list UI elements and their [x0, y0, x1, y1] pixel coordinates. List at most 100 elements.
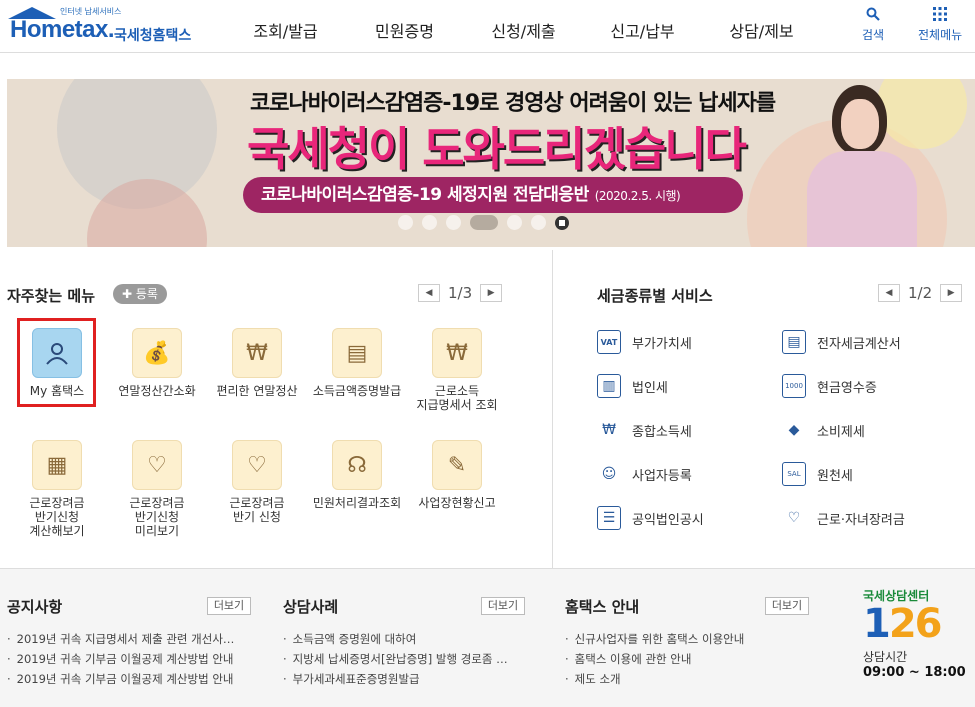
money-bag-icon: 💰: [132, 328, 182, 378]
tax-item-income[interactable]: ₩ 종합소득세: [597, 418, 692, 442]
guide-item[interactable]: 신규사업자를 위한 홈택스 이용안내: [565, 631, 745, 651]
fav-easy-year-end[interactable]: ₩ 편리한 연말정산: [207, 328, 307, 398]
document-icon: ✎: [432, 440, 482, 490]
coin-icon: ₩: [232, 328, 282, 378]
pen-icon: ♡: [232, 440, 282, 490]
fav-eitc-preview[interactable]: ♡ 근로장려금 반기신청 미리보기: [107, 440, 207, 538]
tax-label: 근로·자녀장려금: [817, 512, 905, 528]
consult-item[interactable]: 지방세 납세증명서[완납증명] 발행 경로좀 …: [283, 651, 508, 671]
banner-dot[interactable]: [422, 215, 437, 230]
guide-title: 홈택스 안내: [565, 598, 640, 616]
gnb-item-consult[interactable]: 상담/제보: [702, 18, 821, 42]
wallet-icon: ₩: [432, 328, 482, 378]
call-hours: 09:00 ~ 18:00: [863, 665, 966, 680]
search-button[interactable]: 검색: [862, 6, 884, 43]
prev-arrow-icon[interactable]: ◀: [878, 284, 900, 302]
fav-label: 소득금액증명발급: [312, 384, 402, 398]
banner-dot-active[interactable]: [470, 215, 498, 230]
money-bag-icon: ₩: [602, 422, 616, 438]
gnb-item-certificate[interactable]: 민원증명: [345, 18, 464, 42]
all-menu-button[interactable]: 전체메뉴: [918, 6, 962, 43]
header: 인터넷 납세서비스 Hometax. 국세청홈택스 조회/발급 민원증명 신청/…: [0, 0, 975, 53]
person-icon: ☺: [601, 466, 617, 482]
fav-label: 연말정산간소화: [118, 384, 196, 398]
banner-pager: [398, 215, 578, 230]
magnifier-icon: ♡: [132, 440, 182, 490]
notice-item[interactable]: 2019년 귀속 기부금 이월공제 계산방법 안내: [7, 671, 234, 691]
banner-dot[interactable]: [446, 215, 461, 230]
consult-item[interactable]: 부가세과세표준증명원발급: [283, 671, 508, 691]
tax-item-withholding[interactable]: SAL 원천세: [782, 462, 853, 486]
call-hours-label: 상담시간: [863, 650, 908, 664]
tax-item-business-registration[interactable]: ☺ 사업자등록: [597, 462, 692, 486]
next-arrow-icon[interactable]: ▶: [940, 284, 963, 302]
section-divider: [552, 250, 553, 568]
call-number-a: 1: [863, 601, 891, 647]
call-number-b: 26: [888, 601, 943, 647]
diamond-icon: ◆: [788, 422, 800, 438]
consult-item[interactable]: 소득금액 증명원에 대하여: [283, 631, 508, 651]
invoice-icon: ▤: [782, 330, 806, 354]
search-label: 검색: [862, 28, 885, 42]
heart-hand-icon: ♡: [787, 510, 801, 526]
register-button[interactable]: ✚ 등록: [113, 284, 167, 304]
logo-brand: Hometax.: [10, 16, 115, 43]
banner-dot[interactable]: [507, 215, 522, 230]
notice-title: 공지사항: [7, 598, 63, 616]
tax-label: 공익법인공시: [632, 512, 704, 528]
favorites-page-number: 1/3: [448, 284, 473, 302]
notice-item[interactable]: 2019년 귀속 지급명세서 제출 관련 개선사…: [7, 631, 235, 651]
fav-label: 편리한 연말정산: [216, 384, 298, 398]
tax-item-cash-receipt[interactable]: 1000 현금영수증: [782, 374, 877, 398]
tax-item-eitc[interactable]: ♡ 근로·자녀장려금: [782, 506, 905, 530]
consult-title: 상담사례: [283, 598, 339, 616]
fav-eitc-apply[interactable]: ♡ 근로장려금 반기 신청: [207, 440, 307, 524]
notice-list: 2019년 귀속 지급명세서 제출 관련 개선사… 2019년 귀속 기부금 이…: [7, 631, 235, 691]
fav-civil-result[interactable]: ☊ 민원처리결과조회: [307, 440, 407, 510]
pause-icon[interactable]: [555, 215, 569, 230]
fav-income-certificate[interactable]: ▤ 소득금액증명발급: [307, 328, 407, 398]
fav-earned-income-statement[interactable]: ₩ 근로소득 지급명세서 조회: [407, 328, 507, 412]
tax-label: 법인세: [632, 380, 668, 396]
fav-label: 근로장려금 반기 신청: [229, 496, 285, 524]
tax-item-vat[interactable]: VAT 부가가치세: [597, 330, 692, 354]
fav-business-status[interactable]: ✎ 사업장현황신고: [407, 440, 507, 510]
favorites-title: 자주찾는 메뉴: [7, 287, 96, 305]
main-banner[interactable]: 코로나바이러스감염증-19로 경영상 어려움이 있는 납세자를 국세청이 도와드…: [7, 79, 975, 247]
calculator-icon: ▦: [32, 440, 82, 490]
banner-dot[interactable]: [398, 215, 413, 230]
fav-eitc-calc[interactable]: ▦ 근로장려금 반기신청 계산해보기: [7, 440, 107, 538]
banner-pill-date: (2020.2.5. 시행): [594, 189, 681, 203]
printer-icon: ▤: [332, 328, 382, 378]
guide-more-button[interactable]: 더보기: [765, 597, 809, 615]
tax-item-e-invoice[interactable]: ▤ 전자세금계산서: [782, 330, 901, 354]
global-nav: 조회/발급 민원증명 신청/제출 신고/납부 상담/제보: [226, 18, 821, 42]
salary-icon: SAL: [782, 462, 806, 486]
tax-item-public-interest[interactable]: ☰ 공익법인공시: [597, 506, 704, 530]
register-label: 등록: [135, 287, 158, 301]
call-center-number: 126: [863, 604, 973, 644]
gnb-item-report[interactable]: 신고/납부: [583, 18, 702, 42]
logo-korean: 국세청홈택스: [114, 28, 192, 44]
gnb-item-application[interactable]: 신청/제출: [464, 18, 583, 42]
cash-receipt-icon: 1000: [782, 374, 806, 398]
banner-dot[interactable]: [531, 215, 546, 230]
hometax-logo[interactable]: 인터넷 납세서비스 Hometax. 국세청홈택스: [6, 6, 196, 46]
consult-list: 소득금액 증명원에 대하여 지방세 납세증명서[완납증명] 발행 경로좀 … 부…: [283, 631, 508, 691]
favorites-pager: ◀ 1/3 ▶: [418, 284, 503, 302]
consult-more-button[interactable]: 더보기: [481, 597, 525, 615]
guide-item[interactable]: 제도 소개: [565, 671, 744, 691]
tax-item-consumption[interactable]: ◆ 소비제세: [782, 418, 865, 442]
banner-model-image: [797, 85, 927, 247]
tax-item-corporate[interactable]: ▥ 법인세: [597, 374, 668, 398]
notice-more-button[interactable]: 더보기: [207, 597, 251, 615]
fav-year-end-simple[interactable]: 💰 연말정산간소화: [107, 328, 207, 398]
tax-page-number: 1/2: [908, 284, 933, 302]
next-arrow-icon[interactable]: ▶: [480, 284, 503, 302]
gnb-item-inquiry[interactable]: 조회/발급: [226, 18, 345, 42]
notice-item[interactable]: 2019년 귀속 기부금 이월공제 계산방법 안내: [7, 651, 234, 671]
prev-arrow-icon[interactable]: ◀: [418, 284, 440, 302]
tax-label: 종합소득세: [632, 424, 692, 440]
guide-item[interactable]: 홈택스 이용에 관한 안내: [565, 651, 744, 671]
banner-pill: 코로나바이러스감염증-19 세정지원 전담대응반 (2020.2.5. 시행): [243, 177, 743, 213]
